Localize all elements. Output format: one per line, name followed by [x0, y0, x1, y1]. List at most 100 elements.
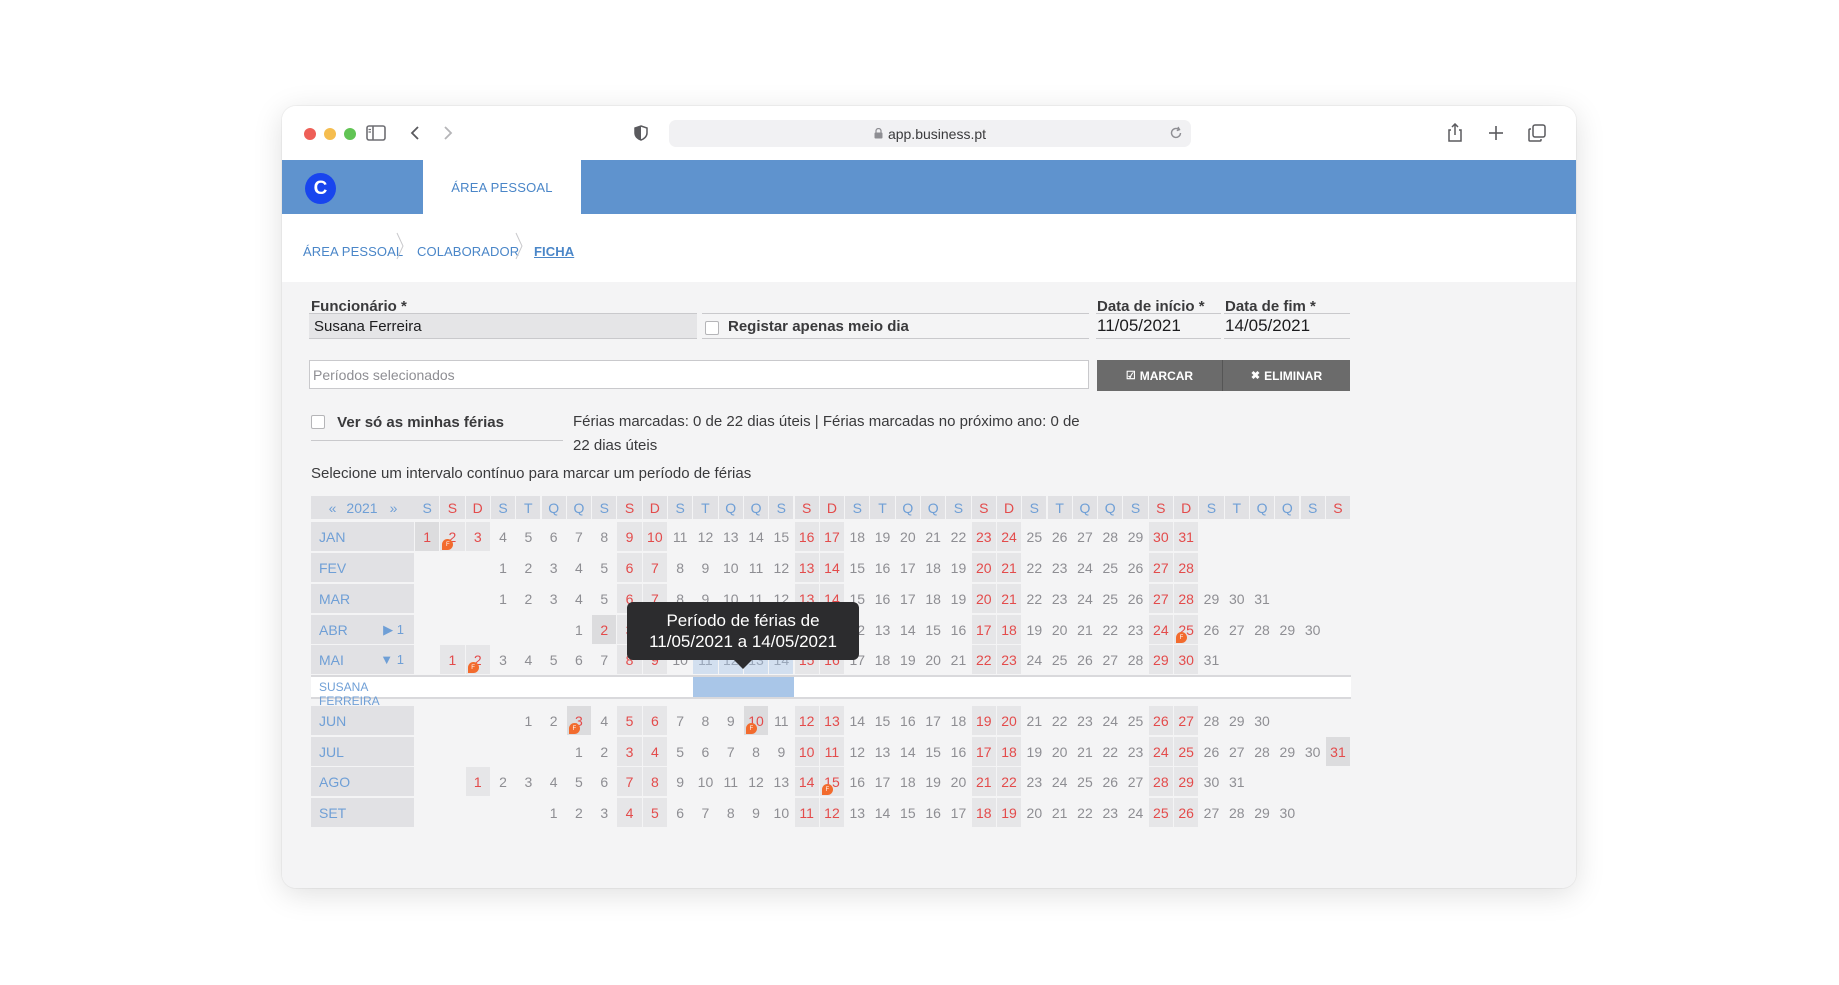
month-label-ago[interactable]: AGO: [311, 767, 414, 796]
day-cell[interactable]: 25: [1098, 553, 1122, 582]
day-cell[interactable]: 1: [542, 798, 566, 827]
day-cell[interactable]: 11: [668, 522, 692, 551]
day-cell[interactable]: 28: [1225, 798, 1249, 827]
day-cell[interactable]: 30: [1301, 737, 1325, 766]
day-cell[interactable]: 25: [1098, 584, 1122, 613]
day-cell[interactable]: 19: [921, 767, 945, 796]
day-cell[interactable]: 22: [1073, 798, 1097, 827]
day-cell[interactable]: 21: [946, 645, 970, 674]
day-cell[interactable]: 27: [1148, 584, 1173, 613]
day-cell[interactable]: 18: [946, 706, 970, 735]
day-cell[interactable]: 22: [946, 522, 970, 551]
day-cell[interactable]: 11: [719, 767, 743, 796]
day-cell[interactable]: 1: [465, 767, 490, 796]
day-cell[interactable]: 23: [1123, 737, 1147, 766]
day-cell[interactable]: 30: [1174, 645, 1199, 674]
half-day-checkbox-row[interactable]: Registar apenas meio dia: [702, 313, 1089, 339]
day-cell[interactable]: 1: [567, 615, 591, 644]
day-cell[interactable]: 21: [996, 553, 1022, 582]
day-cell[interactable]: 7: [592, 645, 616, 674]
day-cell[interactable]: 11: [769, 706, 793, 735]
day-cell[interactable]: 24: [1123, 798, 1147, 827]
day-cell[interactable]: 7: [617, 767, 642, 796]
day-cell[interactable]: 25: [1123, 706, 1147, 735]
day-cell[interactable]: 27: [1174, 706, 1199, 735]
day-cell[interactable]: 4: [516, 645, 540, 674]
day-cell[interactable]: 10: [693, 767, 717, 796]
day-cell[interactable]: 20: [1022, 798, 1046, 827]
day-cell[interactable]: 28: [1148, 767, 1173, 796]
day-cell[interactable]: 26: [1123, 584, 1147, 613]
day-cell[interactable]: 16: [921, 798, 945, 827]
day-cell[interactable]: 22: [996, 767, 1022, 796]
day-cell[interactable]: 8: [642, 767, 667, 796]
day-cell[interactable]: 8: [744, 737, 768, 766]
day-cell[interactable]: 25: [1174, 737, 1199, 766]
day-cell[interactable]: 30: [1275, 798, 1299, 827]
forward-icon[interactable]: [435, 120, 461, 146]
day-cell[interactable]: 28: [1250, 737, 1274, 766]
day-cell[interactable]: 15: [845, 553, 869, 582]
day-cell[interactable]: 27: [1073, 522, 1097, 551]
day-cell[interactable]: 21: [1022, 706, 1046, 735]
day-cell[interactable]: 19: [946, 584, 970, 613]
next-year-button[interactable]: »: [390, 500, 398, 516]
day-cell[interactable]: 19: [996, 798, 1022, 827]
day-cell[interactable]: 19: [971, 706, 996, 735]
day-cell[interactable]: 18: [870, 645, 894, 674]
start-date-field[interactable]: 11/05/2021: [1096, 313, 1221, 339]
day-cell[interactable]: 4: [642, 737, 667, 766]
day-cell[interactable]: 6: [592, 767, 616, 796]
day-cell[interactable]: 2: [542, 706, 566, 735]
day-cell[interactable]: 17: [921, 706, 945, 735]
day-cell[interactable]: 23: [996, 645, 1022, 674]
day-cell[interactable]: 12: [744, 767, 768, 796]
month-label-jul[interactable]: JUL: [311, 737, 414, 766]
day-cell[interactable]: 21: [1073, 615, 1097, 644]
day-cell[interactable]: 29: [1199, 584, 1223, 613]
day-cell[interactable]: 1: [491, 584, 515, 613]
day-cell[interactable]: 24: [1073, 584, 1097, 613]
day-cell[interactable]: 16: [870, 553, 894, 582]
day-cell[interactable]: 26: [1098, 767, 1122, 796]
day-cell[interactable]: 4: [592, 706, 616, 735]
day-cell[interactable]: 25: [1148, 798, 1173, 827]
day-cell[interactable]: 2: [516, 584, 540, 613]
day-cell[interactable]: 23: [1022, 767, 1046, 796]
day-cell[interactable]: 7: [668, 706, 692, 735]
day-cell[interactable]: 21: [971, 767, 996, 796]
day-cell[interactable]: 23: [1098, 798, 1122, 827]
day-cell[interactable]: 29: [1275, 615, 1299, 644]
day-cell[interactable]: 26: [1174, 798, 1199, 827]
only-mine-checkbox[interactable]: [311, 414, 325, 429]
day-cell[interactable]: 20: [971, 553, 996, 582]
day-cell[interactable]: 7: [567, 522, 591, 551]
day-cell[interactable]: 31: [1325, 737, 1351, 766]
day-cell[interactable]: 17: [971, 737, 996, 766]
day-cell[interactable]: 25: [1073, 767, 1097, 796]
day-cell[interactable]: 24: [1148, 737, 1173, 766]
day-cell[interactable]: 16: [870, 584, 894, 613]
day-cell[interactable]: 17: [896, 584, 920, 613]
day-cell[interactable]: 17: [870, 767, 894, 796]
day-cell[interactable]: 20: [896, 522, 920, 551]
day-cell[interactable]: 13: [870, 615, 894, 644]
day-cell[interactable]: 30: [1225, 584, 1249, 613]
day-cell[interactable]: 15: [870, 706, 894, 735]
day-cell[interactable]: 6: [617, 553, 642, 582]
day-cell[interactable]: 12: [769, 553, 793, 582]
day-cell[interactable]: 21: [1048, 798, 1072, 827]
day-cell[interactable]: 13: [794, 553, 819, 582]
day-cell[interactable]: 28: [1123, 645, 1147, 674]
month-label-jun[interactable]: JUN: [311, 706, 414, 735]
day-cell[interactable]: 7: [642, 553, 667, 582]
day-cell[interactable]: 2: [567, 798, 591, 827]
day-cell[interactable]: 24: [1048, 767, 1072, 796]
day-cell[interactable]: 2: [516, 553, 540, 582]
day-cell[interactable]: 3: [516, 767, 540, 796]
day-cell[interactable]: 13: [819, 706, 845, 735]
day-cell[interactable]: 28: [1174, 584, 1199, 613]
day-cell[interactable]: 23: [1073, 706, 1097, 735]
day-cell[interactable]: 20: [971, 584, 996, 613]
day-cell[interactable]: 23: [1123, 615, 1147, 644]
